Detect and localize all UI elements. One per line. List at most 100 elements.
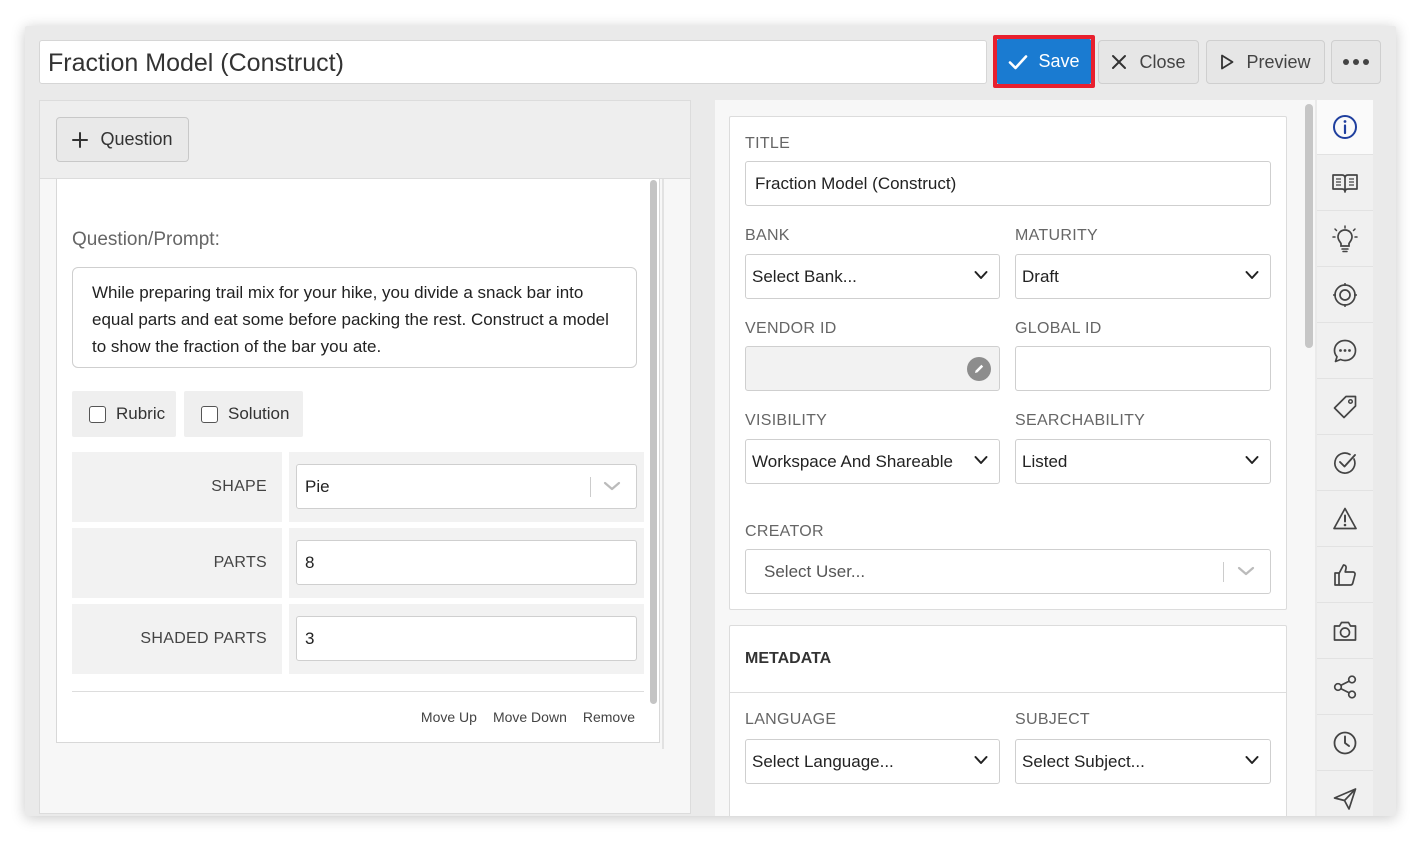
question-editor-panel: Question Question/Prompt: While preparin…	[39, 100, 691, 814]
remove-link[interactable]: Remove	[583, 709, 635, 725]
rubric-label: Rubric	[116, 404, 166, 423]
add-question-label: Question	[100, 129, 173, 149]
clock-icon	[1333, 731, 1357, 755]
bank-value: Select Bank...	[752, 266, 857, 286]
maturity-value: Draft	[1022, 266, 1059, 286]
shape-value: Pie	[305, 476, 330, 496]
snapshot-tab[interactable]	[1317, 604, 1373, 659]
close-icon	[1112, 55, 1127, 69]
parts-field-cell: 8	[289, 528, 644, 598]
shape-field-cell: Pie	[289, 452, 644, 522]
play-icon	[1221, 54, 1234, 70]
check-circle-icon	[1334, 452, 1356, 474]
subject-select[interactable]: Select Subject...	[1015, 739, 1271, 784]
shaded-parts-input[interactable]: 3	[296, 616, 637, 661]
parts-row: PARTS 8	[72, 528, 644, 598]
info-tab[interactable]	[1317, 100, 1373, 155]
left-scrollbar[interactable]	[650, 180, 657, 704]
comment-icon	[1333, 339, 1357, 363]
visibility-value: Workspace And Shareable	[752, 451, 953, 471]
shape-row: SHAPE Pie	[72, 452, 644, 522]
parts-label: PARTS	[72, 528, 282, 598]
chevron-down-icon	[603, 481, 621, 491]
subject-label: SUBJECT	[1015, 711, 1090, 728]
metadata-title: METADATA	[745, 650, 832, 667]
visibility-label: VISIBILITY	[745, 412, 828, 429]
editor-window: Fraction Model (Construct) Save Close Pr…	[25, 26, 1396, 816]
creator-label: CREATOR	[745, 523, 824, 540]
checkmark-icon	[1009, 54, 1028, 69]
chevron-down-icon	[1237, 566, 1255, 576]
move-up-link[interactable]: Move Up	[421, 709, 477, 725]
info-icon	[1333, 115, 1357, 139]
alignment-tab[interactable]	[1317, 268, 1373, 323]
prompt-textarea[interactable]: While preparing trail mix for your hike,…	[72, 267, 637, 368]
solution-label: Solution	[228, 404, 290, 423]
chevron-down-icon	[1245, 456, 1259, 464]
bank-label: BANK	[745, 227, 790, 244]
title-label: TITLE	[745, 135, 791, 152]
move-down-link[interactable]: Move Down	[493, 709, 567, 725]
properties-panel: TITLE Fraction Model (Construct) BANK Se…	[715, 100, 1315, 816]
language-label: LANGUAGE	[745, 711, 837, 728]
question-card: Question/Prompt: While preparing trail m…	[56, 179, 660, 743]
chevron-down-icon	[974, 456, 988, 464]
save-button-label: Save	[1038, 51, 1080, 71]
tags-tab[interactable]	[1317, 380, 1373, 435]
review-tab[interactable]	[1317, 436, 1373, 491]
shaded-parts-row: SHADED PARTS 3	[72, 604, 644, 674]
item-title-input[interactable]: Fraction Model (Construct)	[39, 40, 987, 84]
solution-toggle[interactable]: Solution	[184, 391, 303, 437]
left-scrollbar-track	[662, 179, 664, 749]
maturity-label: MATURITY	[1015, 227, 1098, 244]
shape-select[interactable]: Pie	[296, 464, 637, 509]
creator-select[interactable]: Select User...	[745, 549, 1271, 594]
language-select[interactable]: Select Language...	[745, 739, 1000, 784]
ratings-tab[interactable]	[1317, 548, 1373, 603]
issues-tab[interactable]	[1317, 492, 1373, 547]
share-icon	[1333, 675, 1357, 699]
shaded-parts-field-cell: 3	[289, 604, 644, 674]
thumbs-up-icon	[1334, 564, 1356, 586]
hints-tab[interactable]	[1317, 212, 1373, 267]
global-id-label: GLOBAL ID	[1015, 320, 1102, 337]
searchability-label: SEARCHABILITY	[1015, 412, 1146, 429]
visibility-select[interactable]: Workspace And Shareable	[745, 439, 1000, 484]
edit-pencil-icon[interactable]	[967, 357, 991, 381]
rubric-toggle[interactable]: Rubric	[72, 391, 176, 437]
close-button[interactable]: Close	[1098, 40, 1199, 84]
searchability-value: Listed	[1022, 451, 1068, 471]
global-id-field[interactable]	[1015, 346, 1271, 391]
ellipsis-icon	[1343, 59, 1369, 65]
history-tab[interactable]	[1317, 716, 1373, 771]
language-value: Select Language...	[752, 751, 894, 771]
send-tab[interactable]	[1317, 772, 1373, 816]
standards-tab[interactable]	[1317, 156, 1373, 211]
preview-button[interactable]: Preview	[1206, 40, 1325, 84]
share-tab[interactable]	[1317, 660, 1373, 715]
add-question-button[interactable]: Question	[56, 117, 189, 162]
plus-icon	[72, 131, 89, 148]
rubric-checkbox[interactable]	[89, 405, 106, 423]
select-separator	[1223, 562, 1224, 582]
maturity-select[interactable]: Draft	[1015, 254, 1271, 299]
book-icon	[1332, 174, 1358, 193]
card-divider	[72, 691, 644, 692]
tag-icon	[1333, 395, 1357, 419]
title-field[interactable]: Fraction Model (Construct)	[745, 161, 1271, 206]
question-toolbar: Question	[40, 101, 690, 179]
parts-input[interactable]: 8	[296, 540, 637, 585]
chevron-down-icon	[974, 756, 988, 764]
bank-select[interactable]: Select Bank...	[745, 254, 1000, 299]
right-scrollbar[interactable]	[1305, 104, 1313, 348]
save-button[interactable]: Save	[997, 39, 1091, 84]
select-separator	[590, 477, 591, 497]
searchability-select[interactable]: Listed	[1015, 439, 1271, 484]
side-icon-rail	[1317, 100, 1373, 816]
more-options-button[interactable]	[1331, 40, 1381, 84]
close-button-label: Close	[1139, 51, 1186, 72]
metadata-card: METADATA LANGUAGE Select Language... SUB…	[729, 625, 1287, 816]
comments-tab[interactable]	[1317, 324, 1373, 379]
vendor-id-field[interactable]	[745, 346, 1000, 391]
solution-checkbox[interactable]	[201, 405, 218, 423]
